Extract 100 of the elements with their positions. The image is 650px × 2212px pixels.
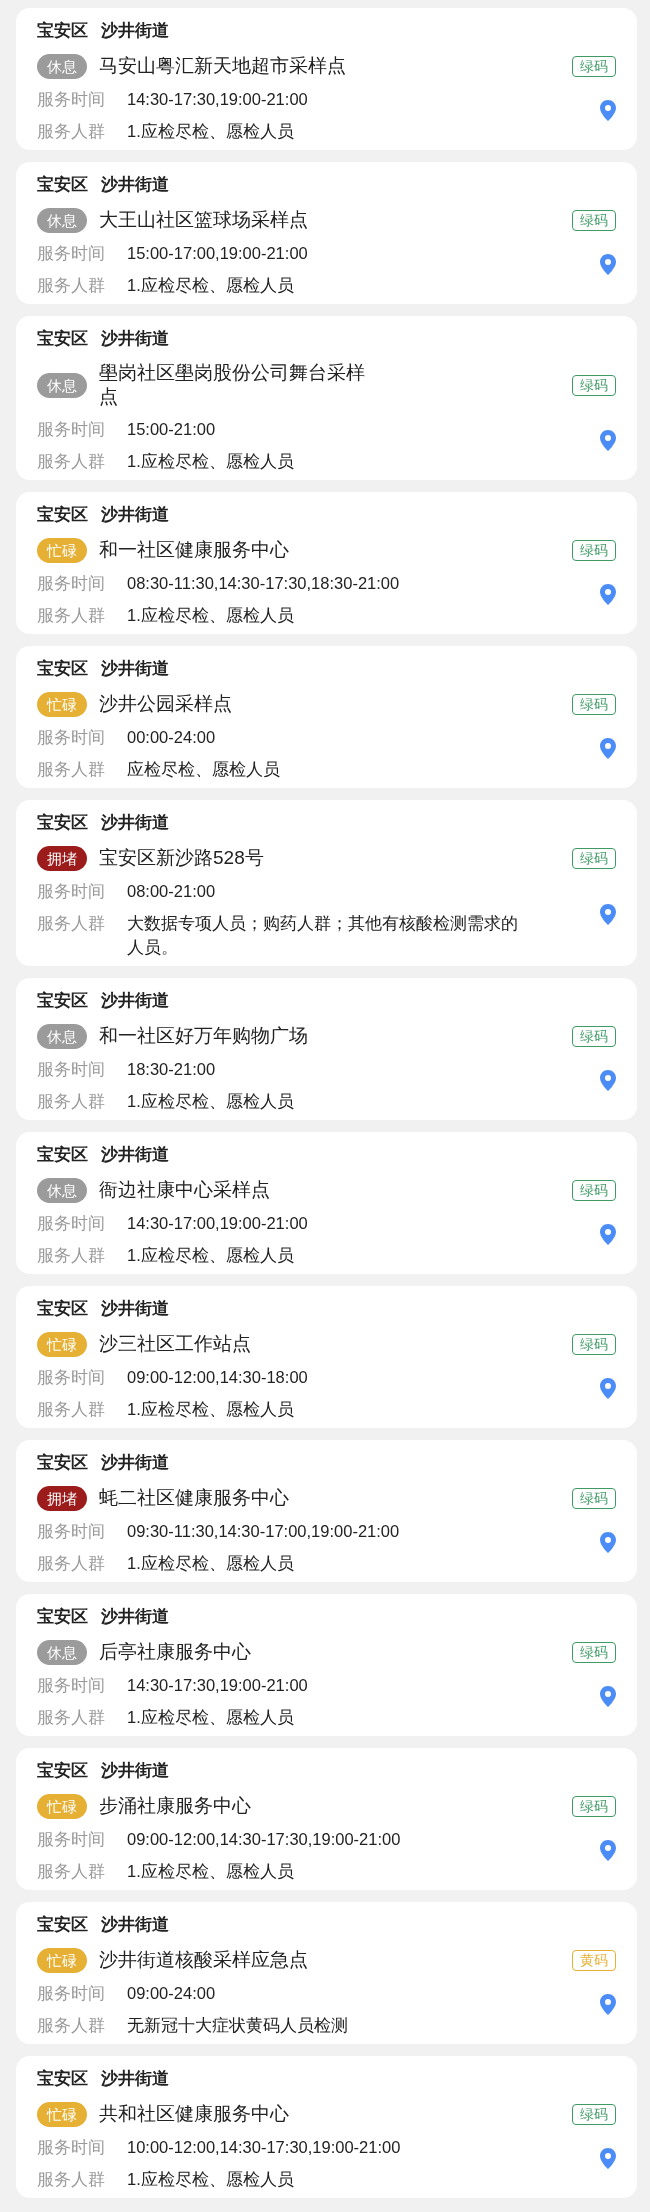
service-time-value: 09:00-12:00,14:30-18:00 (127, 1367, 308, 1388)
service-time-value: 15:00-17:00,19:00-21:00 (127, 243, 308, 264)
health-code-tag: 绿码 (572, 55, 616, 77)
location-pin-icon[interactable] (600, 583, 616, 605)
health-code-tag: 绿码 (572, 2103, 616, 2125)
district-label: 宝安区 (37, 328, 88, 349)
service-time-value: 08:00-21:00 (127, 881, 216, 902)
site-name: 沙井街道核酸采样应急点 (99, 1948, 308, 1972)
status-badge: 忙碌 (37, 2101, 87, 2127)
service-time-value: 14:30-17:00,19:00-21:00 (127, 1213, 308, 1234)
service-group-value: 无新冠十大症状黄码人员检测 (127, 2015, 348, 2036)
street-label: 沙井街道 (101, 174, 169, 195)
street-label: 沙井街道 (101, 1606, 169, 1627)
status-badge: 忙碌 (37, 537, 87, 563)
service-group-value: 1.应检尽检、愿检人员 (127, 275, 294, 296)
service-group-label: 服务人群 (37, 1861, 106, 1882)
service-group-label: 服务人群 (37, 759, 106, 780)
district-label: 宝安区 (37, 1144, 88, 1165)
location-pin-icon[interactable] (600, 1531, 616, 1553)
district-label: 宝安区 (37, 504, 88, 525)
location-pin-icon[interactable] (600, 2147, 616, 2169)
street-label: 沙井街道 (101, 1914, 169, 1935)
site-name: 后亭社康服务中心 (99, 1640, 251, 1664)
service-time-value: 08:30-11:30,14:30-17:30,18:30-21:00 (127, 573, 400, 594)
service-time-label: 服务时间 (37, 881, 106, 902)
service-group-label: 服务人群 (37, 605, 106, 626)
street-label: 沙井街道 (101, 20, 169, 41)
service-time-value: 09:00-12:00,14:30-17:30,19:00-21:00 (127, 1829, 401, 1850)
site-name: 壆岗社区壆岗股份公司舞台采样点 (99, 361, 366, 409)
location-pin-icon[interactable] (600, 1069, 616, 1091)
site-name: 大王山社区篮球场采样点 (99, 208, 308, 232)
health-code-tag: 绿码 (572, 539, 616, 561)
service-time-label: 服务时间 (37, 1059, 106, 1080)
district-label: 宝安区 (37, 1760, 88, 1781)
health-code-tag: 绿码 (572, 1179, 616, 1201)
site-name: 共和社区健康服务中心 (99, 2102, 289, 2126)
location-pin-icon[interactable] (600, 1993, 616, 2015)
status-badge: 休息 (37, 53, 87, 79)
service-group-value: 1.应检尽检、愿检人员 (127, 1091, 294, 1112)
health-code-tag: 绿码 (572, 209, 616, 231)
location-pin-icon[interactable] (600, 253, 616, 275)
health-code-tag: 绿码 (572, 1333, 616, 1355)
site-name: 宝安区新沙路528号 (99, 846, 264, 870)
site-name: 和一社区健康服务中心 (99, 538, 289, 562)
service-group-value: 应检尽检、愿检人员 (127, 759, 280, 780)
location-pin-icon[interactable] (600, 737, 616, 759)
service-time-label: 服务时间 (37, 727, 106, 748)
status-badge: 休息 (37, 372, 87, 398)
location-pin-icon[interactable] (600, 903, 616, 925)
status-badge: 休息 (37, 1023, 87, 1049)
service-time-label: 服务时间 (37, 419, 106, 440)
service-time-value: 15:00-21:00 (127, 419, 216, 440)
service-group-label: 服务人群 (37, 1399, 106, 1420)
status-badge: 忙碌 (37, 1793, 87, 1819)
location-pin-icon[interactable] (600, 1839, 616, 1861)
street-label: 沙井街道 (101, 1760, 169, 1781)
status-badge: 休息 (37, 207, 87, 233)
service-group-value: 1.应检尽检、愿检人员 (127, 1553, 294, 1574)
health-code-tag: 绿码 (572, 693, 616, 715)
service-time-value: 18:30-21:00 (127, 1059, 216, 1080)
service-time-label: 服务时间 (37, 243, 106, 264)
district-label: 宝安区 (37, 1452, 88, 1473)
location-pin-icon[interactable] (600, 429, 616, 451)
service-time-value: 00:00-24:00 (127, 727, 216, 748)
street-label: 沙井街道 (101, 2068, 169, 2089)
service-group-value: 1.应检尽检、愿检人员 (127, 1861, 294, 1882)
status-badge: 忙碌 (37, 1947, 87, 1973)
service-time-value: 14:30-17:30,19:00-21:00 (127, 1675, 308, 1696)
site-name: 步涌社康服务中心 (99, 1794, 251, 1818)
location-pin-icon[interactable] (600, 1223, 616, 1245)
service-group-label: 服务人群 (37, 451, 106, 472)
street-label: 沙井街道 (101, 990, 169, 1011)
street-label: 沙井街道 (101, 658, 169, 679)
service-time-label: 服务时间 (37, 1983, 106, 2004)
health-code-tag: 黄码 (572, 1949, 616, 1971)
district-label: 宝安区 (37, 1606, 88, 1627)
service-time-value: 10:00-12:00,14:30-17:30,19:00-21:00 (127, 2137, 401, 2158)
service-time-label: 服务时间 (37, 1367, 106, 1388)
service-time-label: 服务时间 (37, 1521, 106, 1542)
service-group-label: 服务人群 (37, 121, 106, 142)
service-time-label: 服务时间 (37, 89, 106, 110)
health-code-tag: 绿码 (572, 1641, 616, 1663)
service-group-value: 1.应检尽检、愿检人员 (127, 605, 294, 626)
service-group-label: 服务人群 (37, 913, 106, 934)
service-time-label: 服务时间 (37, 573, 106, 594)
location-pin-icon[interactable] (600, 1377, 616, 1399)
service-time-label: 服务时间 (37, 2137, 106, 2158)
site-name: 沙三社区工作站点 (99, 1332, 251, 1356)
health-code-tag: 绿码 (572, 1025, 616, 1047)
service-time-label: 服务时间 (37, 1675, 106, 1696)
service-time-value: 09:30-11:30,14:30-17:00,19:00-21:00 (127, 1521, 400, 1542)
service-time-value: 09:00-24:00 (127, 1983, 216, 2004)
location-pin-icon[interactable] (600, 99, 616, 121)
street-label: 沙井街道 (101, 504, 169, 525)
district-label: 宝安区 (37, 990, 88, 1011)
status-badge: 忙碌 (37, 691, 87, 717)
service-group-value: 1.应检尽检、愿检人员 (127, 1707, 294, 1728)
service-group-label: 服务人群 (37, 1707, 106, 1728)
service-group-label: 服务人群 (37, 2169, 106, 2190)
location-pin-icon[interactable] (600, 1685, 616, 1707)
